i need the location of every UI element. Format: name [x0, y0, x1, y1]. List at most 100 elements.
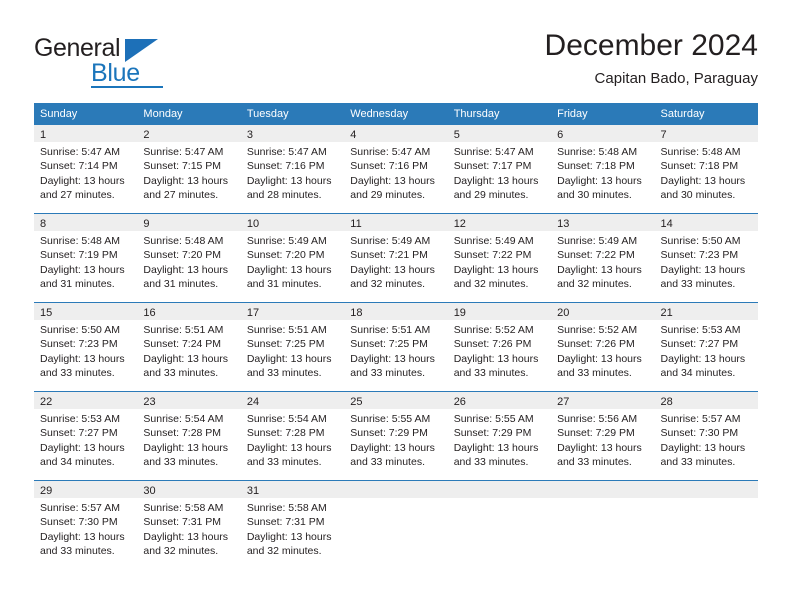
daylight-text-line2: and 34 minutes.	[40, 456, 115, 469]
sunset-text: Sunset: 7:29 PM	[453, 427, 532, 440]
calendar-day-cell[interactable]: 10 Sunrise: 5:49 AM Sunset: 7:20 PM Dayligh…	[240, 214, 345, 302]
calendar-day-cell[interactable]: 14 Sunrise: 5:50 AM Sunset: 7:23 PM Dayligh…	[654, 214, 758, 302]
calendar-day-cell[interactable]: 27 Sunrise: 5:56 AM Sunset: 7:29 PM Dayligh…	[551, 392, 655, 480]
calendar-day-cell[interactable]: 18 Sunrise: 5:51 AM Sunset: 7:25 PM Dayligh…	[344, 303, 448, 391]
sunset-text: Sunset: 7:24 PM	[143, 338, 222, 351]
sunrise-text: Sunrise: 5:47 AM	[143, 146, 224, 158]
calendar-day-cell[interactable]: 30 Sunrise: 5:58 AM Sunset: 7:31 PM Dayligh…	[137, 481, 241, 569]
daylight-text-line1: Daylight: 13 hours	[143, 263, 229, 276]
sunset-text: Sunset: 7:18 PM	[660, 160, 739, 173]
daylight-text-line2: and 33 minutes.	[246, 456, 322, 469]
calendar-day-cell[interactable]: 25 Sunrise: 5:55 AM Sunset: 7:29 PM Dayligh…	[344, 392, 448, 480]
generalblue-logo[interactable]: General Blue	[34, 34, 174, 88]
sunrise-text: Sunrise: 5:54 AM	[143, 413, 224, 425]
sunrise-text: Sunrise: 5:47 AM	[350, 146, 431, 158]
calendar-day-cell[interactable]: 31 Sunrise: 5:58 AM Sunset: 7:31 PM Dayligh…	[240, 481, 345, 569]
sunrise-text: Sunrise: 5:47 AM	[246, 146, 327, 158]
daylight-text-line2: and 33 minutes.	[660, 456, 736, 469]
calendar-grid: Sunday Monday Tuesday Wednesday Thursday…	[34, 103, 758, 569]
day-number: 6	[557, 129, 564, 141]
day-details	[448, 498, 551, 501]
calendar-day-cell[interactable]: 26 Sunrise: 5:55 AM Sunset: 7:29 PM Dayligh…	[447, 392, 552, 480]
day-details: Sunrise: 5:58 AM Sunset: 7:31 PM Daylight:…	[241, 498, 344, 559]
sunset-text: Sunset: 7:30 PM	[660, 427, 739, 440]
day-details: Sunrise: 5:47 AM Sunset: 7:15 PM Daylight:…	[137, 142, 240, 203]
day-number: 29	[40, 485, 53, 497]
calendar-day-cell[interactable]: 19 Sunrise: 5:52 AM Sunset: 7:26 PM Dayligh…	[447, 303, 552, 391]
sunrise-text: Sunrise: 5:52 AM	[557, 324, 638, 336]
calendar-day-cell[interactable]: 3 Sunrise: 5:47 AM Sunset: 7:16 PM Daylight…	[240, 125, 345, 213]
calendar-day-cell[interactable]: 28 Sunrise: 5:57 AM Sunset: 7:30 PM Dayligh…	[654, 392, 758, 480]
daylight-text-line2: and 29 minutes.	[350, 189, 425, 202]
daylight-text-line2: and 33 minutes.	[453, 367, 529, 380]
sunset-text: Sunset: 7:21 PM	[350, 249, 428, 262]
calendar-day-cell[interactable]: 23 Sunrise: 5:54 AM Sunset: 7:28 PM Dayligh…	[137, 392, 241, 480]
calendar-day-cell[interactable]: 20 Sunrise: 5:52 AM Sunset: 7:26 PM Dayligh…	[551, 303, 655, 391]
day-number: 19	[453, 307, 466, 319]
day-details: Sunrise: 5:50 AM Sunset: 7:23 PM Daylight:…	[655, 231, 758, 292]
sunrise-text: Sunrise: 5:48 AM	[660, 146, 741, 158]
calendar-day-cell[interactable]: 13 Sunrise: 5:49 AM Sunset: 7:22 PM Dayligh…	[551, 214, 655, 302]
calendar-day-cell[interactable]: 17 Sunrise: 5:51 AM Sunset: 7:25 PM Dayligh…	[240, 303, 345, 391]
daylight-text-line1: Daylight: 13 hours	[660, 352, 746, 365]
calendar-day-cell[interactable]: 11 Sunrise: 5:49 AM Sunset: 7:21 PM Dayligh…	[344, 214, 448, 302]
day-number: 31	[246, 485, 260, 497]
sunset-text: Sunset: 7:31 PM	[143, 516, 222, 529]
sunrise-text: Sunrise: 5:58 AM	[143, 502, 224, 514]
day-details: Sunrise: 5:55 AM Sunset: 7:29 PM Daylight:…	[448, 409, 551, 470]
daylight-text-line2: and 33 minutes.	[40, 367, 115, 380]
sunrise-text: Sunrise: 5:48 AM	[143, 235, 224, 247]
calendar-day-cell[interactable]: 24 Sunrise: 5:54 AM Sunset: 7:28 PM Dayligh…	[240, 392, 345, 480]
day-details	[344, 498, 447, 501]
day-number-band: 22	[34, 392, 138, 409]
sunset-text: Sunset: 7:23 PM	[40, 338, 118, 351]
daylight-text-line1: Daylight: 13 hours	[143, 352, 229, 365]
daylight-text-line2: and 33 minutes.	[557, 456, 632, 469]
sunset-text: Sunset: 7:16 PM	[350, 160, 428, 173]
sunrise-text: Sunrise: 5:49 AM	[453, 235, 534, 247]
day-number: 11	[350, 218, 362, 230]
day-details: Sunrise: 5:53 AM Sunset: 7:27 PM Daylight:…	[655, 320, 758, 381]
calendar-day-cell[interactable]: 15 Sunrise: 5:50 AM Sunset: 7:23 PM Dayligh…	[34, 303, 138, 391]
daylight-text-line2: and 33 minutes.	[660, 278, 736, 291]
calendar-day-cell[interactable]: 9 Sunrise: 5:48 AM Sunset: 7:20 PM Daylight…	[137, 214, 241, 302]
daylight-text-line2: and 33 minutes.	[557, 367, 632, 380]
weekday-header-saturday: Saturday	[660, 108, 705, 120]
calendar-week-row: 15 Sunrise: 5:50 AM Sunset: 7:23 PM Dayligh…	[34, 302, 758, 391]
daylight-text-line2: and 33 minutes.	[143, 367, 219, 380]
day-number-band: 13	[551, 214, 655, 231]
sunrise-text: Sunrise: 5:51 AM	[350, 324, 431, 336]
sunset-text: Sunset: 7:14 PM	[40, 160, 118, 173]
calendar-day-cell[interactable]: 2 Sunrise: 5:47 AM Sunset: 7:15 PM Daylight…	[137, 125, 241, 213]
sunrise-text: Sunrise: 5:57 AM	[40, 502, 120, 514]
sunset-text: Sunset: 7:15 PM	[143, 160, 222, 173]
sunrise-text: Sunrise: 5:57 AM	[660, 413, 741, 425]
daylight-text-line1: Daylight: 13 hours	[557, 174, 642, 187]
calendar-day-cell[interactable]: 5 Sunrise: 5:47 AM Sunset: 7:17 PM Daylight…	[447, 125, 552, 213]
day-number: 26	[453, 396, 466, 408]
day-details: Sunrise: 5:47 AM Sunset: 7:17 PM Daylight:…	[448, 142, 551, 203]
calendar-day-cell[interactable]: 6 Sunrise: 5:48 AM Sunset: 7:18 PM Daylight…	[551, 125, 655, 213]
calendar-day-cell[interactable]: 4 Sunrise: 5:47 AM Sunset: 7:16 PM Daylight…	[344, 125, 448, 213]
calendar-day-cell[interactable]: 7 Sunrise: 5:48 AM Sunset: 7:18 PM Daylight…	[654, 125, 758, 213]
page-header: General Blue December 2024 Capitan Bado,…	[34, 28, 758, 94]
calendar-day-cell[interactable]: 22 Sunrise: 5:53 AM Sunset: 7:27 PM Dayligh…	[34, 392, 138, 480]
weekday-header-monday: Monday	[143, 108, 183, 120]
day-number: 12	[453, 218, 466, 230]
logo-text-blue: Blue	[91, 59, 140, 87]
calendar-weeks: 1 Sunrise: 5:47 AM Sunset: 7:14 PM Daylight…	[34, 125, 758, 569]
daylight-text-line1: Daylight: 13 hours	[660, 441, 746, 454]
calendar-day-cell[interactable]: 12 Sunrise: 5:49 AM Sunset: 7:22 PM Dayligh…	[447, 214, 552, 302]
calendar-day-cell[interactable]: 29 Sunrise: 5:57 AM Sunset: 7:30 PM Dayligh…	[34, 481, 138, 569]
calendar-day-cell[interactable]: 8 Sunrise: 5:48 AM Sunset: 7:19 PM Daylight…	[34, 214, 138, 302]
calendar-day-cell[interactable]: 21 Sunrise: 5:53 AM Sunset: 7:27 PM Dayligh…	[654, 303, 758, 391]
day-details: Sunrise: 5:50 AM Sunset: 7:23 PM Daylight:…	[34, 320, 137, 381]
daylight-text-line1: Daylight: 13 hours	[40, 352, 125, 365]
day-number: 18	[350, 307, 363, 319]
calendar-day-cell[interactable]: 1 Sunrise: 5:47 AM Sunset: 7:14 PM Daylight…	[34, 125, 138, 213]
daylight-text-line2: and 34 minutes.	[660, 367, 736, 380]
day-number-band: 21	[654, 303, 758, 320]
day-number-band: 29	[34, 481, 138, 498]
sunrise-text: Sunrise: 5:58 AM	[246, 502, 327, 514]
calendar-day-cell[interactable]: 16 Sunrise: 5:51 AM Sunset: 7:24 PM Dayligh…	[137, 303, 241, 391]
